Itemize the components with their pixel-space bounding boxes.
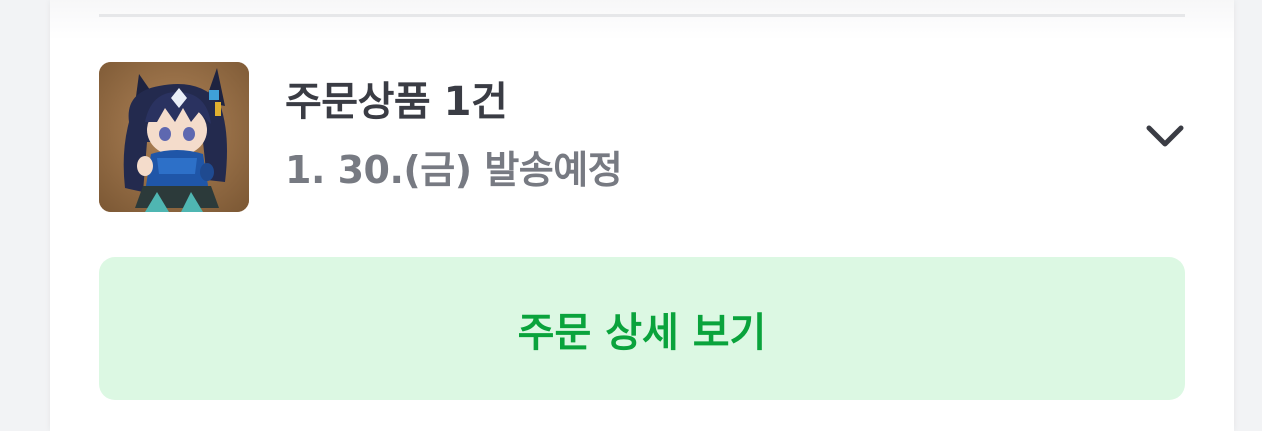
order-card: 주문상품 1건 1. 30.(금) 발송예정 주문 상세 보기	[50, 0, 1234, 431]
divider	[99, 14, 1185, 17]
order-detail-button-label: 주문 상세 보기	[517, 309, 767, 356]
card-top-fade	[50, 0, 1234, 40]
order-detail-button[interactable]: 주문 상세 보기	[99, 257, 1185, 400]
chevron-down-icon[interactable]	[1144, 118, 1186, 154]
order-title: 주문상품 1건	[285, 79, 508, 125]
figure-image	[99, 62, 249, 212]
order-info: 주문상품 1건 1. 30.(금) 발송예정	[285, 72, 623, 198]
product-thumbnail[interactable]	[99, 62, 249, 212]
shipping-status: 1. 30.(금) 발송예정	[285, 148, 623, 192]
